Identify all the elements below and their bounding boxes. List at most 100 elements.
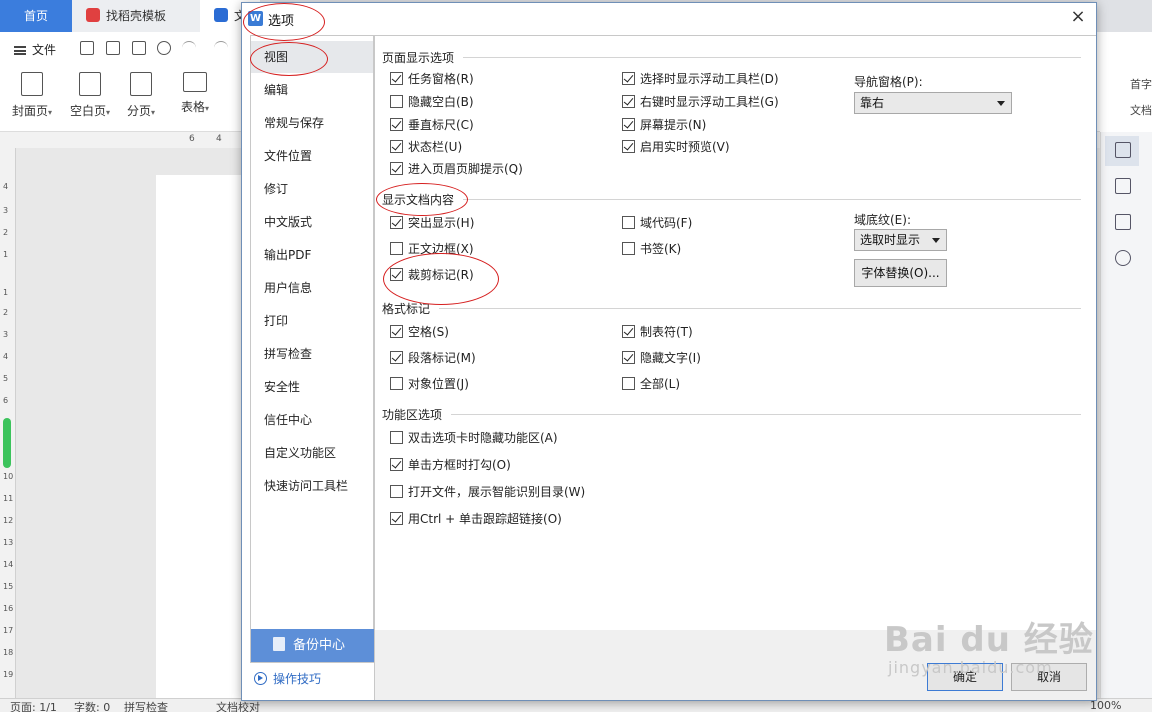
checkbox[interactable] [390,216,403,229]
checkbox[interactable] [622,242,635,255]
option-float-toolbar-rightclick[interactable]: 右键时显示浮动工具栏(G) [622,94,779,110]
option-hidden-text[interactable]: 隐藏文字(I) [622,350,701,366]
nav-item-edit[interactable]: 编辑 [251,74,373,106]
nav-item-chinese-layout[interactable]: 中文版式 [251,206,373,238]
menu-icon [14,46,26,55]
print-icon[interactable] [132,41,146,55]
backup-center-button[interactable]: 备份中心 [251,629,374,662]
section-format-marks-title: 格式标记 [382,302,431,316]
option-status-bar[interactable]: 状态栏(U) [390,139,462,155]
nav-pane-select[interactable]: 靠右 [854,92,1012,114]
checkbox[interactable] [390,95,403,108]
option-tabs[interactable]: 制表符(T) [622,324,693,340]
checkbox[interactable] [390,162,403,175]
status-spell[interactable]: 拼写检查 [124,699,168,712]
option-object-anchors[interactable]: 对象位置(J) [390,376,469,392]
checkbox[interactable] [390,72,403,85]
ruler-tick: 13 [3,538,14,547]
option-live-preview[interactable]: 启用实时预览(V) [622,139,730,155]
status-words: 字数: 0 [74,701,111,712]
option-hide-blank[interactable]: 隐藏空白(B) [390,94,474,110]
file-menu-button[interactable]: 文件 [14,41,56,58]
option-vertical-ruler[interactable]: 垂直标尺(C) [390,117,474,133]
option-header-footer-hint[interactable]: 进入页眉页脚提示(Q) [390,161,523,177]
doc-label[interactable]: 文档 [1130,102,1152,118]
option-bookmarks[interactable]: 书签(K) [622,241,681,257]
tab-home[interactable]: 首页 [0,0,72,32]
nav-item-print[interactable]: 打印 [251,305,373,337]
ruler-tick: 1 [3,250,9,259]
docer-logo-icon [86,8,100,22]
option-text-boundary[interactable]: 正文边框(X) [390,241,474,257]
nav-item-spellcheck[interactable]: 拼写检查 [251,338,373,370]
field-shading-select[interactable]: 选取时显示 [854,229,947,251]
option-spaces[interactable]: 空格(S) [390,324,449,340]
section-ribbon-options-title: 功能区选项 [382,408,443,422]
nav-item-customize-ribbon[interactable]: 自定义功能区 [251,437,373,469]
option-crop-marks[interactable]: 裁剪标记(R) [390,267,474,283]
checkbox[interactable] [390,325,403,338]
nav-item-trust-center[interactable]: 信任中心 [251,404,373,436]
save-icon[interactable] [80,41,94,55]
checkbox[interactable] [390,140,403,153]
checkbox[interactable] [390,242,403,255]
dropcap-label[interactable]: 首字 [1130,76,1152,92]
style-icon[interactable] [1115,178,1131,194]
option-click-checkbox-tick[interactable]: 单击方框时打勾(O) [390,457,511,473]
checkbox[interactable] [622,216,635,229]
nav-item-export-pdf[interactable]: 输出PDF [251,239,373,271]
option-field-codes[interactable]: 域代码(F) [622,215,692,231]
checkbox[interactable] [390,268,403,281]
undo-icon[interactable] [182,41,196,55]
ruler-indent-marker[interactable] [3,418,11,468]
checkbox[interactable] [390,512,403,525]
nav-item-quick-access[interactable]: 快速访问工具栏 [251,470,373,502]
tab-template[interactable]: 找稻壳模板 [72,0,200,32]
option-smart-toc[interactable]: 打开文件，展示智能识别目录(W) [390,484,585,500]
nav-item-file-location[interactable]: 文件位置 [251,140,373,172]
bookmark-icon[interactable] [1115,214,1131,230]
checkbox[interactable] [390,118,403,131]
blank-page-button[interactable]: 空白页▾ [70,72,110,119]
checkbox[interactable] [622,118,635,131]
ruler-tick: 18 [3,648,14,657]
nav-item-general-save[interactable]: 常规与保存 [251,107,373,139]
option-task-pane[interactable]: 任务窗格(R) [390,71,474,87]
checkbox[interactable] [390,431,403,444]
font-replace-button[interactable]: 字体替换(O)... [854,259,947,287]
option-screen-tips[interactable]: 屏幕提示(N) [622,117,706,133]
close-icon[interactable]: × [1070,8,1086,26]
checkbox[interactable] [390,458,403,471]
checkbox[interactable] [622,72,635,85]
checkbox[interactable] [622,325,635,338]
checkbox[interactable] [622,95,635,108]
tips-link[interactable]: 操作技巧 [254,670,321,687]
redo-icon[interactable] [214,41,228,55]
dialog-titlebar[interactable]: W 选项 × [242,3,1096,33]
cover-page-button[interactable]: 封面页▾ [12,72,52,119]
nav-item-security[interactable]: 安全性 [251,371,373,403]
option-ctrl-click-link[interactable]: 用Ctrl + 单击跟踪超链接(O) [390,511,562,527]
table-button[interactable]: 表格▾ [181,72,209,115]
checkbox[interactable] [622,140,635,153]
export-icon[interactable] [106,41,120,55]
nav-pane-label: 导航窗格(P): [854,75,923,89]
search-icon[interactable] [1115,250,1131,266]
option-label: 任务窗格(R) [408,72,474,86]
nav-item-view[interactable]: 视图 [251,41,373,73]
doc-outline-icon[interactable] [1115,142,1131,158]
option-float-toolbar-select[interactable]: 选择时显示浮动工具栏(D) [622,71,779,87]
checkbox[interactable] [390,377,403,390]
option-highlight[interactable]: 突出显示(H) [390,215,474,231]
checkbox[interactable] [390,351,403,364]
checkbox[interactable] [622,377,635,390]
option-dblclick-hide-ribbon[interactable]: 双击选项卡时隐藏功能区(A) [390,430,558,446]
checkbox[interactable] [622,351,635,364]
nav-item-user-info[interactable]: 用户信息 [251,272,373,304]
nav-item-revision[interactable]: 修订 [251,173,373,205]
option-all-marks[interactable]: 全部(L) [622,376,680,392]
option-paragraph-marks[interactable]: 段落标记(M) [390,350,476,366]
checkbox[interactable] [390,485,403,498]
preview-icon[interactable] [157,41,171,55]
page-break-button[interactable]: 分页▾ [127,72,155,119]
